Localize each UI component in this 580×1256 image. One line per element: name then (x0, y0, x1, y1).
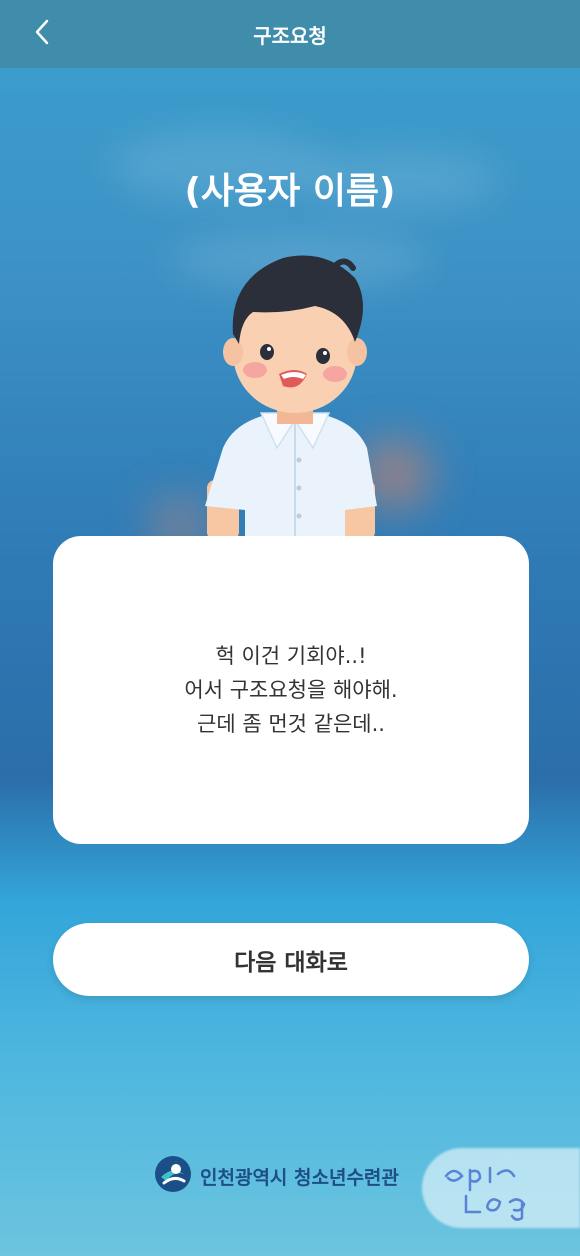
next-dialog-label: 다음 대화로 (234, 949, 348, 976)
next-dialog-button[interactable]: 다음 대화로 (53, 923, 529, 996)
character-illustration (195, 248, 395, 540)
dialog-line: 어서 구조요청을 해야해. (184, 678, 398, 702)
app-header: 구조요청 (0, 0, 580, 68)
org-name: 인천광역시 청소년수련관 (200, 1166, 399, 1189)
dialog-box: 헉 이건 기회야..! 어서 구조요청을 해야해. 근데 좀 먼것 같은데.. (53, 536, 529, 844)
epic-log-watermark (444, 1166, 526, 1221)
dialog-line: 헉 이건 기회야..! (215, 644, 367, 668)
page-title: 구조요청 (253, 24, 327, 48)
org-logo-icon (154, 1155, 192, 1197)
user-name-heading: (사용자 이름) (184, 171, 396, 212)
dialog-line: 근데 좀 먼것 같은데.. (197, 712, 385, 736)
footer-logo: 인천광역시 청소년수련관 (154, 1156, 399, 1196)
